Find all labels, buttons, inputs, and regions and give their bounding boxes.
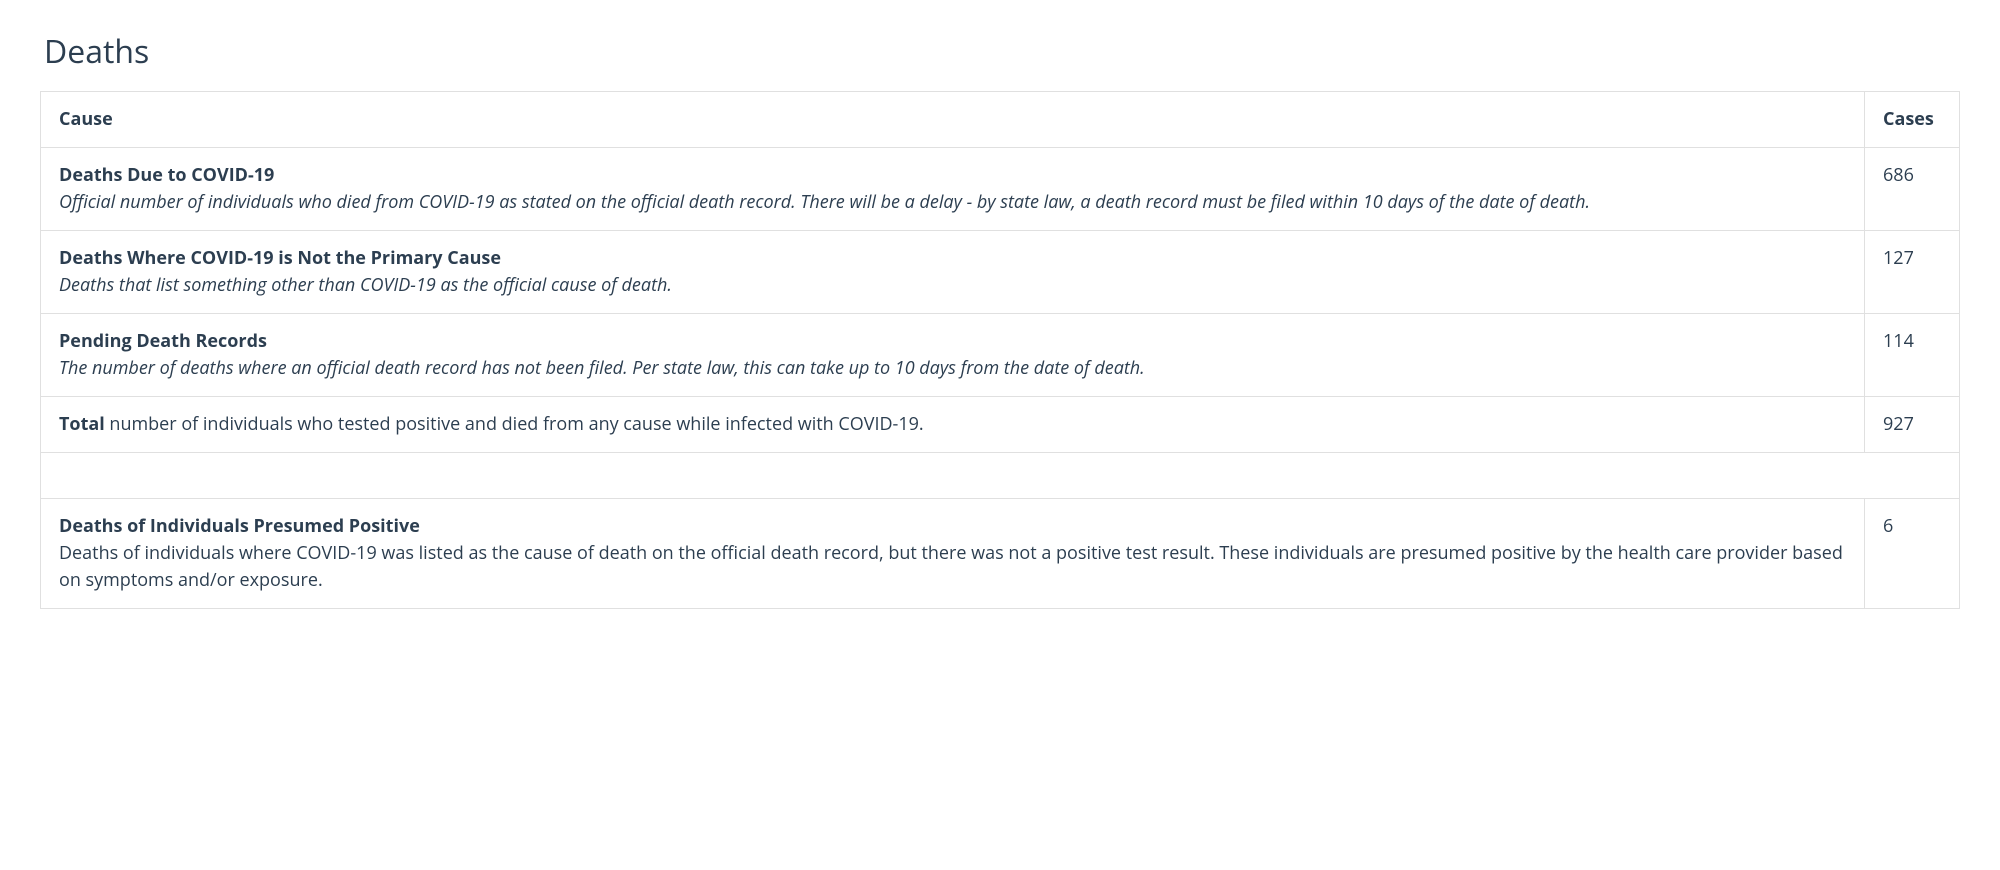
section-title: Deaths — [44, 30, 1960, 73]
table-row: Deaths Due to COVID-19 Official number o… — [41, 148, 1960, 231]
cases-cell: 927 — [1865, 397, 1960, 453]
cause-cell: Deaths of Individuals Presumed Positive … — [41, 499, 1865, 609]
cases-cell: 114 — [1865, 314, 1960, 397]
deaths-table: Cause Cases Deaths Due to COVID-19 Offic… — [40, 91, 1960, 609]
cause-cell: Deaths Due to COVID-19 Official number o… — [41, 148, 1865, 231]
spacer-row — [41, 453, 1960, 499]
spacer-cell — [41, 453, 1960, 499]
row-desc: The number of deaths where an official d… — [59, 355, 1846, 382]
row-title: Deaths of Individuals Presumed Positive — [59, 513, 1846, 540]
cause-cell: Deaths Where COVID-19 is Not the Primary… — [41, 231, 1865, 314]
cases-cell: 6 — [1865, 499, 1960, 609]
cause-cell: Pending Death Records The number of deat… — [41, 314, 1865, 397]
header-cause: Cause — [41, 92, 1865, 148]
cause-cell: Total number of individuals who tested p… — [41, 397, 1865, 453]
row-title: Pending Death Records — [59, 328, 1846, 355]
presumed-row: Deaths of Individuals Presumed Positive … — [41, 499, 1960, 609]
total-label: Total — [59, 412, 105, 436]
row-title: Deaths Where COVID-19 is Not the Primary… — [59, 245, 1846, 272]
row-desc: Deaths of individuals where COVID-19 was… — [59, 540, 1846, 594]
table-header-row: Cause Cases — [41, 92, 1960, 148]
row-desc: Deaths that list something other than CO… — [59, 272, 1846, 299]
row-desc: Official number of individuals who died … — [59, 189, 1846, 216]
cases-cell: 686 — [1865, 148, 1960, 231]
total-desc: number of individuals who tested positiv… — [105, 412, 924, 436]
table-row: Pending Death Records The number of deat… — [41, 314, 1960, 397]
row-title: Deaths Due to COVID-19 — [59, 162, 1846, 189]
total-row: Total number of individuals who tested p… — [41, 397, 1960, 453]
cases-cell: 127 — [1865, 231, 1960, 314]
header-cases: Cases — [1865, 92, 1960, 148]
table-row: Deaths Where COVID-19 is Not the Primary… — [41, 231, 1960, 314]
